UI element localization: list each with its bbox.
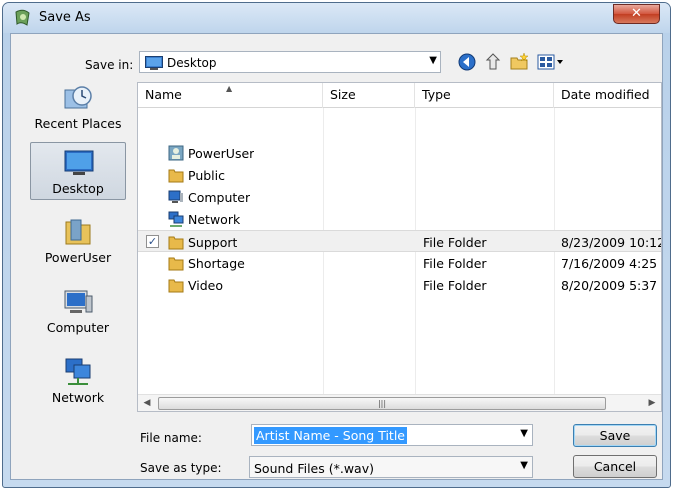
save-in-dropdown[interactable]: Desktop ▼ bbox=[139, 51, 441, 73]
list-item-selected[interactable]: ✓ Support File Folder 8/23/2009 10:12 bbox=[138, 230, 661, 252]
file-date: 7/16/2009 4:25 P bbox=[561, 256, 661, 271]
user-icon bbox=[168, 145, 184, 161]
place-label: Network bbox=[51, 390, 105, 405]
sort-ascending-icon: ▲ bbox=[226, 84, 233, 93]
save-as-type-label: Save as type: bbox=[140, 461, 222, 475]
file-list[interactable]: Name ▲ Size Type Date modified PowerUser bbox=[137, 82, 662, 412]
file-name: Computer bbox=[188, 190, 251, 205]
file-name: Network bbox=[188, 212, 241, 227]
column-header-type[interactable]: Type bbox=[415, 83, 554, 108]
list-item[interactable]: Video File Folder 8/20/2009 5:37 P bbox=[138, 274, 661, 296]
list-item[interactable]: Network bbox=[138, 208, 661, 230]
file-date: 8/23/2009 10:12 bbox=[561, 235, 661, 250]
new-folder-icon[interactable] bbox=[509, 52, 529, 72]
place-computer[interactable]: Computer bbox=[30, 282, 126, 340]
file-name: Video bbox=[188, 278, 224, 293]
place-label: Recent Places bbox=[34, 116, 122, 131]
place-network[interactable]: Network bbox=[30, 352, 126, 410]
column-header-label: Name bbox=[145, 87, 182, 102]
horizontal-scrollbar[interactable]: ◀ ||| ▶ bbox=[138, 394, 661, 411]
file-type: File Folder bbox=[423, 278, 487, 293]
save-button[interactable]: Save bbox=[573, 424, 657, 447]
dialog-body: Save in: Desktop ▼ Recent Places Desktop… bbox=[10, 33, 663, 480]
chevron-down-icon: ▼ bbox=[429, 55, 437, 66]
folder-icon bbox=[168, 257, 184, 271]
place-recent-places[interactable]: Recent Places bbox=[30, 78, 126, 136]
network-icon bbox=[168, 211, 184, 227]
place-label: PowerUser bbox=[44, 250, 112, 265]
recent-places-icon bbox=[64, 86, 92, 109]
place-label: Desktop bbox=[52, 181, 104, 196]
scroll-right-icon[interactable]: ▶ bbox=[645, 397, 659, 410]
scrollbar-thumb[interactable]: ||| bbox=[158, 397, 606, 410]
close-button[interactable]: ✕ bbox=[613, 4, 660, 24]
chevron-down-icon: ▼ bbox=[520, 460, 528, 471]
column-header-date-modified[interactable]: Date modified bbox=[554, 83, 661, 108]
folder-icon bbox=[168, 236, 184, 250]
file-type: File Folder bbox=[423, 256, 487, 271]
window-title: Save As bbox=[39, 10, 91, 25]
up-folder-icon[interactable] bbox=[483, 52, 503, 72]
file-name: Public bbox=[188, 168, 225, 183]
place-poweruser[interactable]: PowerUser bbox=[30, 212, 126, 270]
file-name: Support bbox=[188, 235, 238, 250]
title-bar[interactable]: Save As ✕ bbox=[3, 3, 670, 33]
list-item[interactable]: Public bbox=[138, 164, 661, 186]
chevron-down-icon[interactable]: ▼ bbox=[520, 428, 528, 439]
list-item[interactable]: Shortage File Folder 7/16/2009 4:25 P bbox=[138, 252, 661, 274]
desktop-icon bbox=[145, 56, 163, 70]
save-as-dialog: Save As ✕ Save in: Desktop ▼ Recent Plac… bbox=[2, 2, 671, 488]
views-menu-icon[interactable] bbox=[537, 52, 565, 72]
file-date: 8/20/2009 5:37 P bbox=[561, 278, 661, 293]
file-name: PowerUser bbox=[188, 146, 255, 161]
cancel-button[interactable]: Cancel bbox=[573, 455, 657, 478]
file-name-label: File name: bbox=[140, 431, 202, 445]
column-header-name[interactable]: Name ▲ bbox=[138, 83, 323, 108]
save-as-app-icon bbox=[15, 9, 30, 26]
desktop-icon bbox=[64, 150, 94, 175]
column-header-row: Name ▲ Size Type Date modified bbox=[138, 83, 661, 108]
back-icon[interactable] bbox=[457, 52, 477, 72]
file-name-input[interactable]: Artist Name - Song Title ▼ bbox=[251, 424, 533, 446]
save-as-type-dropdown[interactable]: Sound Files (*.wav) ▼ bbox=[249, 456, 533, 478]
list-item[interactable]: PowerUser bbox=[138, 142, 661, 164]
column-header-size[interactable]: Size bbox=[323, 83, 415, 108]
place-desktop[interactable]: Desktop bbox=[30, 142, 126, 200]
item-checkbox[interactable]: ✓ bbox=[146, 235, 159, 248]
save-in-value: Desktop bbox=[167, 56, 217, 70]
folder-icon bbox=[168, 169, 184, 183]
file-name-value: Artist Name - Song Title bbox=[254, 427, 407, 444]
file-type: File Folder bbox=[423, 235, 487, 250]
places-bar: Recent Places Desktop PowerUser Computer… bbox=[25, 78, 131, 418]
folder-icon bbox=[168, 279, 184, 293]
scroll-left-icon[interactable]: ◀ bbox=[140, 397, 154, 410]
user-folder-icon bbox=[65, 219, 91, 245]
file-name: Shortage bbox=[188, 256, 245, 271]
computer-icon bbox=[168, 190, 183, 203]
network-icon bbox=[65, 358, 91, 385]
computer-icon bbox=[64, 290, 93, 313]
place-label: Computer bbox=[46, 320, 110, 335]
list-item[interactable]: Computer bbox=[138, 186, 661, 208]
save-as-type-value: Sound Files (*.wav) bbox=[254, 461, 374, 476]
save-in-label: Save in: bbox=[85, 58, 134, 72]
